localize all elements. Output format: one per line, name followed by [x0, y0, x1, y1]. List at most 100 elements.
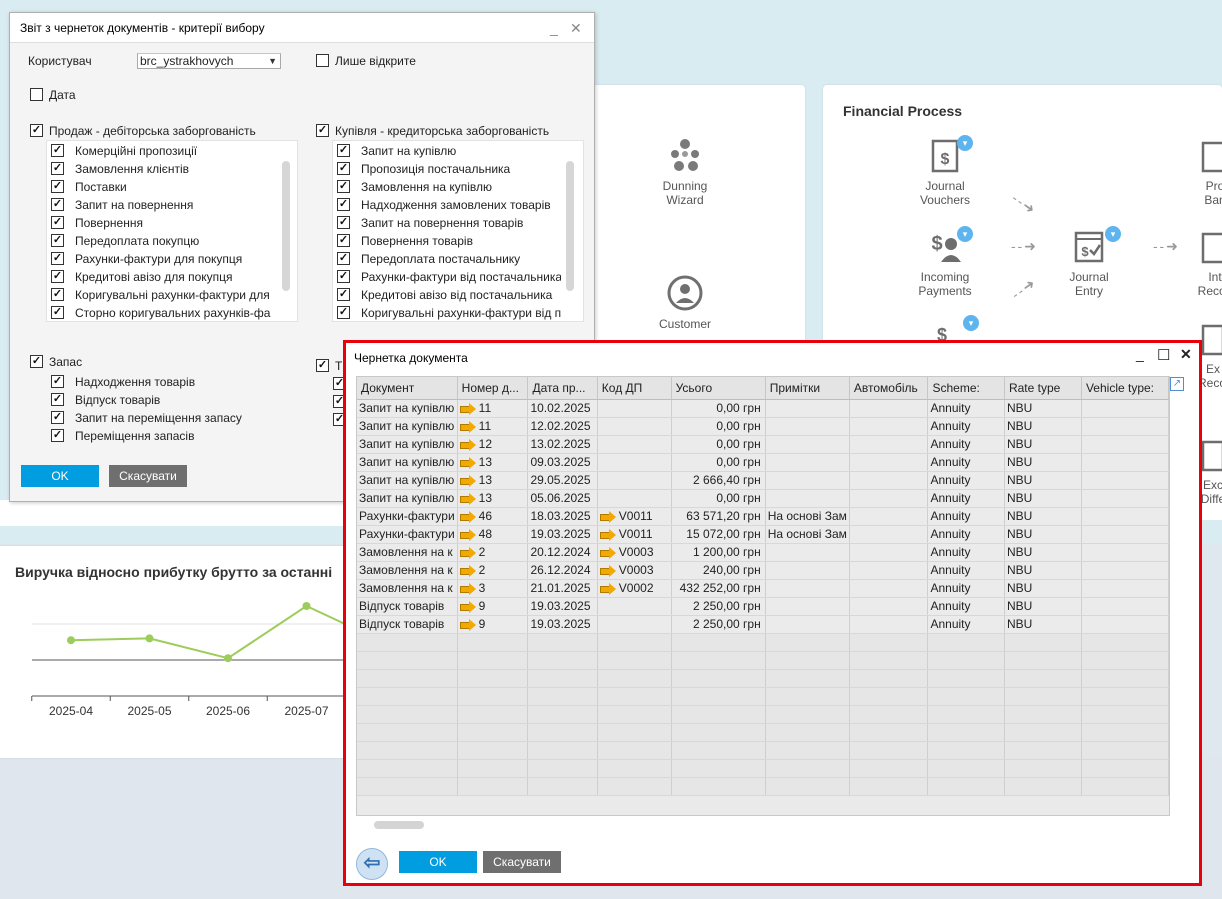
cell-num[interactable]: 11: [457, 399, 529, 418]
cell-doc[interactable]: Рахунки-фактури: [357, 507, 458, 526]
cell-notes[interactable]: [765, 453, 850, 472]
criteria-ok-button[interactable]: OK: [21, 465, 99, 487]
column-header[interactable]: Дата пр...: [527, 377, 598, 400]
cell-bp[interactable]: [597, 417, 672, 436]
purchase-item-checkbox[interactable]: ✓: [337, 306, 350, 319]
sales-item-checkbox[interactable]: ✓: [51, 198, 64, 211]
link-arrow-icon[interactable]: [599, 511, 616, 523]
cell-date[interactable]: 19.03.2025: [527, 597, 598, 616]
minimize-icon[interactable]: _: [550, 13, 558, 43]
column-header[interactable]: Автомобіль: [849, 377, 929, 400]
cell-total[interactable]: 432 252,00 грн: [671, 579, 766, 598]
chevron-down-icon[interactable]: ▾: [957, 226, 973, 242]
inventory-item-checkbox[interactable]: ✓: [51, 429, 64, 442]
cell-car[interactable]: [849, 543, 929, 562]
cell-total[interactable]: 15 072,00 грн: [671, 525, 766, 544]
table-row[interactable]: Відпуск товарів 9 19.03.2025 2 250,00 грн An…: [357, 597, 1170, 616]
cell-doc[interactable]: Замовлення на к: [357, 543, 458, 562]
link-arrow-icon[interactable]: [459, 601, 476, 613]
sales-item-checkbox[interactable]: ✓: [51, 252, 64, 265]
sales-item-checkbox[interactable]: ✓: [51, 234, 64, 247]
cell-num[interactable]: 13: [457, 489, 529, 508]
internal-reconciliation-tile[interactable]: Int Recon: [1185, 228, 1222, 298]
cell-num[interactable]: 2: [457, 561, 529, 580]
table-row[interactable]: Запит на купівлю 13 29.05.2025 2 666,40 грн…: [357, 471, 1170, 490]
table-row[interactable]: Запит на купівлю 11 12.02.2025 0,00 грн Annu…: [357, 417, 1170, 436]
link-arrow-icon[interactable]: [459, 421, 476, 433]
table-row[interactable]: Замовлення на к 3 21.01.2025 V0002 432 252,0…: [357, 579, 1170, 598]
cell-scheme[interactable]: Annuity: [927, 507, 1005, 526]
cell-doc[interactable]: Запит на купівлю: [357, 453, 458, 472]
cell-total[interactable]: 240,00 грн: [671, 561, 766, 580]
cell-rate[interactable]: NBU: [1004, 435, 1082, 454]
column-header[interactable]: Vehicle type:: [1081, 377, 1170, 400]
table-row[interactable]: Замовлення на к 2 26.12.2024 V0003 240,00 гр…: [357, 561, 1170, 580]
cell-bp[interactable]: V0011: [597, 525, 672, 544]
purchase-item-checkbox[interactable]: ✓: [337, 162, 350, 175]
cell-rate[interactable]: NBU: [1004, 579, 1082, 598]
cell-doc[interactable]: Замовлення на к: [357, 579, 458, 598]
cell-total[interactable]: 0,00 грн: [671, 489, 766, 508]
cell-notes[interactable]: [765, 471, 850, 490]
cell-date[interactable]: 18.03.2025: [527, 507, 598, 526]
cell-date[interactable]: 05.06.2025: [527, 489, 598, 508]
bank-tile[interactable]: Pro Ban: [1185, 137, 1222, 207]
link-arrow-icon[interactable]: [459, 493, 476, 505]
cell-num[interactable]: 48: [457, 525, 529, 544]
link-arrow-icon[interactable]: [599, 547, 616, 559]
cell-total[interactable]: 1 200,00 грн: [671, 543, 766, 562]
link-arrow-icon[interactable]: [459, 547, 476, 559]
cell-total[interactable]: 2 250,00 грн: [671, 615, 766, 634]
user-select[interactable]: brc_ystrakhovych ▼: [137, 53, 281, 69]
cell-notes[interactable]: [765, 615, 850, 634]
cell-rate[interactable]: NBU: [1004, 471, 1082, 490]
cell-car[interactable]: [849, 561, 929, 580]
cell-rate[interactable]: NBU: [1004, 417, 1082, 436]
purchase-item-checkbox[interactable]: ✓: [337, 270, 350, 283]
sales-list-scrollbar[interactable]: [282, 161, 290, 291]
cell-notes[interactable]: На основі Зам: [765, 507, 850, 526]
column-header[interactable]: Код ДП: [597, 377, 672, 400]
other-group-checkbox[interactable]: ✓: [316, 359, 329, 372]
column-header[interactable]: Номер д...: [457, 377, 529, 400]
cell-notes[interactable]: [765, 597, 850, 616]
table-row[interactable]: Рахунки-фактури 48 19.03.2025 V0011 15 072,0…: [357, 525, 1170, 544]
close-icon[interactable]: ✕: [570, 13, 582, 43]
cell-date[interactable]: 29.05.2025: [527, 471, 598, 490]
cell-car[interactable]: [849, 615, 929, 634]
cell-total[interactable]: 0,00 грн: [671, 399, 766, 418]
column-header[interactable]: Документ: [357, 377, 458, 400]
cell-doc[interactable]: Запит на купівлю: [357, 399, 458, 418]
cell-rate[interactable]: NBU: [1004, 453, 1082, 472]
cell-bp[interactable]: V0003: [597, 561, 672, 580]
cell-car[interactable]: [849, 489, 929, 508]
purchase-item-checkbox[interactable]: ✓: [337, 252, 350, 265]
cell-date[interactable]: 21.01.2025: [527, 579, 598, 598]
cell-bp[interactable]: V0011: [597, 507, 672, 526]
sales-item-checkbox[interactable]: ✓: [51, 270, 64, 283]
link-arrow-icon[interactable]: [459, 529, 476, 541]
cell-total[interactable]: 0,00 грн: [671, 453, 766, 472]
grid-horizontal-scrollbar[interactable]: [374, 821, 424, 829]
cell-num[interactable]: 13: [457, 471, 529, 490]
cell-notes[interactable]: [765, 579, 850, 598]
only-open-checkbox[interactable]: [316, 54, 329, 67]
cell-notes[interactable]: [765, 417, 850, 436]
cell-date[interactable]: 19.03.2025: [527, 525, 598, 544]
cell-car[interactable]: [849, 579, 929, 598]
cell-bp[interactable]: V0003: [597, 543, 672, 562]
cell-doc[interactable]: Відпуск товарів: [357, 597, 458, 616]
cell-bp[interactable]: [597, 615, 672, 634]
link-arrow-icon[interactable]: [459, 619, 476, 631]
cell-doc[interactable]: Замовлення на к: [357, 561, 458, 580]
draft-cancel-button[interactable]: Скасувати: [483, 851, 561, 873]
cell-num[interactable]: 46: [457, 507, 529, 526]
cell-scheme[interactable]: Annuity: [927, 615, 1005, 634]
column-header[interactable]: Rate type: [1004, 377, 1082, 400]
sales-group-checkbox[interactable]: ✓: [30, 124, 43, 137]
data-point[interactable]: [67, 636, 75, 645]
incoming-payments-tile[interactable]: $ ▾ Incoming Payments: [905, 226, 985, 298]
cell-rate[interactable]: NBU: [1004, 489, 1082, 508]
cell-scheme[interactable]: Annuity: [927, 597, 1005, 616]
criteria-cancel-button[interactable]: Скасувати: [109, 465, 187, 487]
